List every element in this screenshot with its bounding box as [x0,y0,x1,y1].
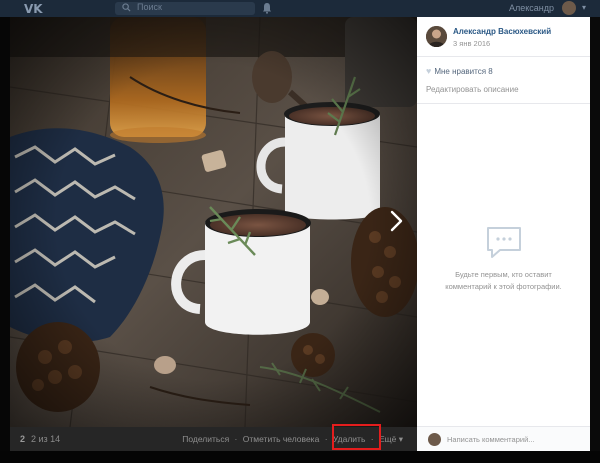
vk-logo-icon[interactable]: VK [24,2,43,16]
overlay-backdrop-right[interactable] [590,17,600,451]
edit-description-link[interactable]: Редактировать описание [426,85,519,94]
tag-person-link[interactable]: Отметить человека [243,434,320,444]
share-link[interactable]: Поделиться [182,434,229,444]
divider [417,56,590,57]
search-icon [122,3,131,12]
photo-image[interactable] [10,17,417,427]
likes-label: Мне нравится [434,67,487,76]
author-name-link[interactable]: Александр Васюхевский [453,27,551,36]
chevron-down-icon[interactable]: ▾ [582,3,586,12]
divider [417,103,590,104]
search-placeholder: Поиск [137,2,162,12]
delete-highlight-box [332,424,381,450]
photo-number: 2 [20,434,26,444]
overlay-backdrop-bottom[interactable] [0,451,600,463]
notifications-bell-icon[interactable] [262,2,272,14]
overlay-backdrop[interactable] [0,17,10,463]
comment-bubble-icon [487,227,521,258]
likes-count: 8 [488,67,493,76]
header-user-name[interactable]: Александр [509,3,554,13]
photo-info-panel: Александр Васюхевский 3 янв 2016 ♥ Мне нр… [417,17,590,451]
header-avatar[interactable] [562,1,576,15]
search-input[interactable]: Поиск [115,2,255,15]
chevron-down-icon[interactable]: ▾ [396,434,403,444]
photo-counter: 2 из 14 [31,434,61,444]
author-avatar[interactable] [426,26,447,47]
photo-date[interactable]: 3 янв 2016 [453,39,490,48]
like-button[interactable]: ♥ Мне нравится 8 [426,66,493,76]
empty-comments-line: Будьте первым, кто оставит [455,270,552,279]
empty-comments-message: Будьте первым, кто оставит комментарий к… [427,269,580,293]
separator-dot: · [234,434,238,444]
separator-dot: · [324,434,328,444]
more-link[interactable]: Ещё [379,434,396,444]
heart-icon: ♥ [426,66,432,76]
empty-comments-line: комментарий к этой фотографии. [445,282,562,291]
comment-composer [417,426,590,451]
next-photo-arrow-icon[interactable] [384,206,408,236]
current-user-avatar [428,433,441,446]
photo-viewer: VK Поиск Александр ▾ 2 2 из 14 Поделитьс… [0,0,600,463]
top-header: VK Поиск Александр ▾ [0,0,600,17]
comment-input[interactable] [447,432,583,447]
